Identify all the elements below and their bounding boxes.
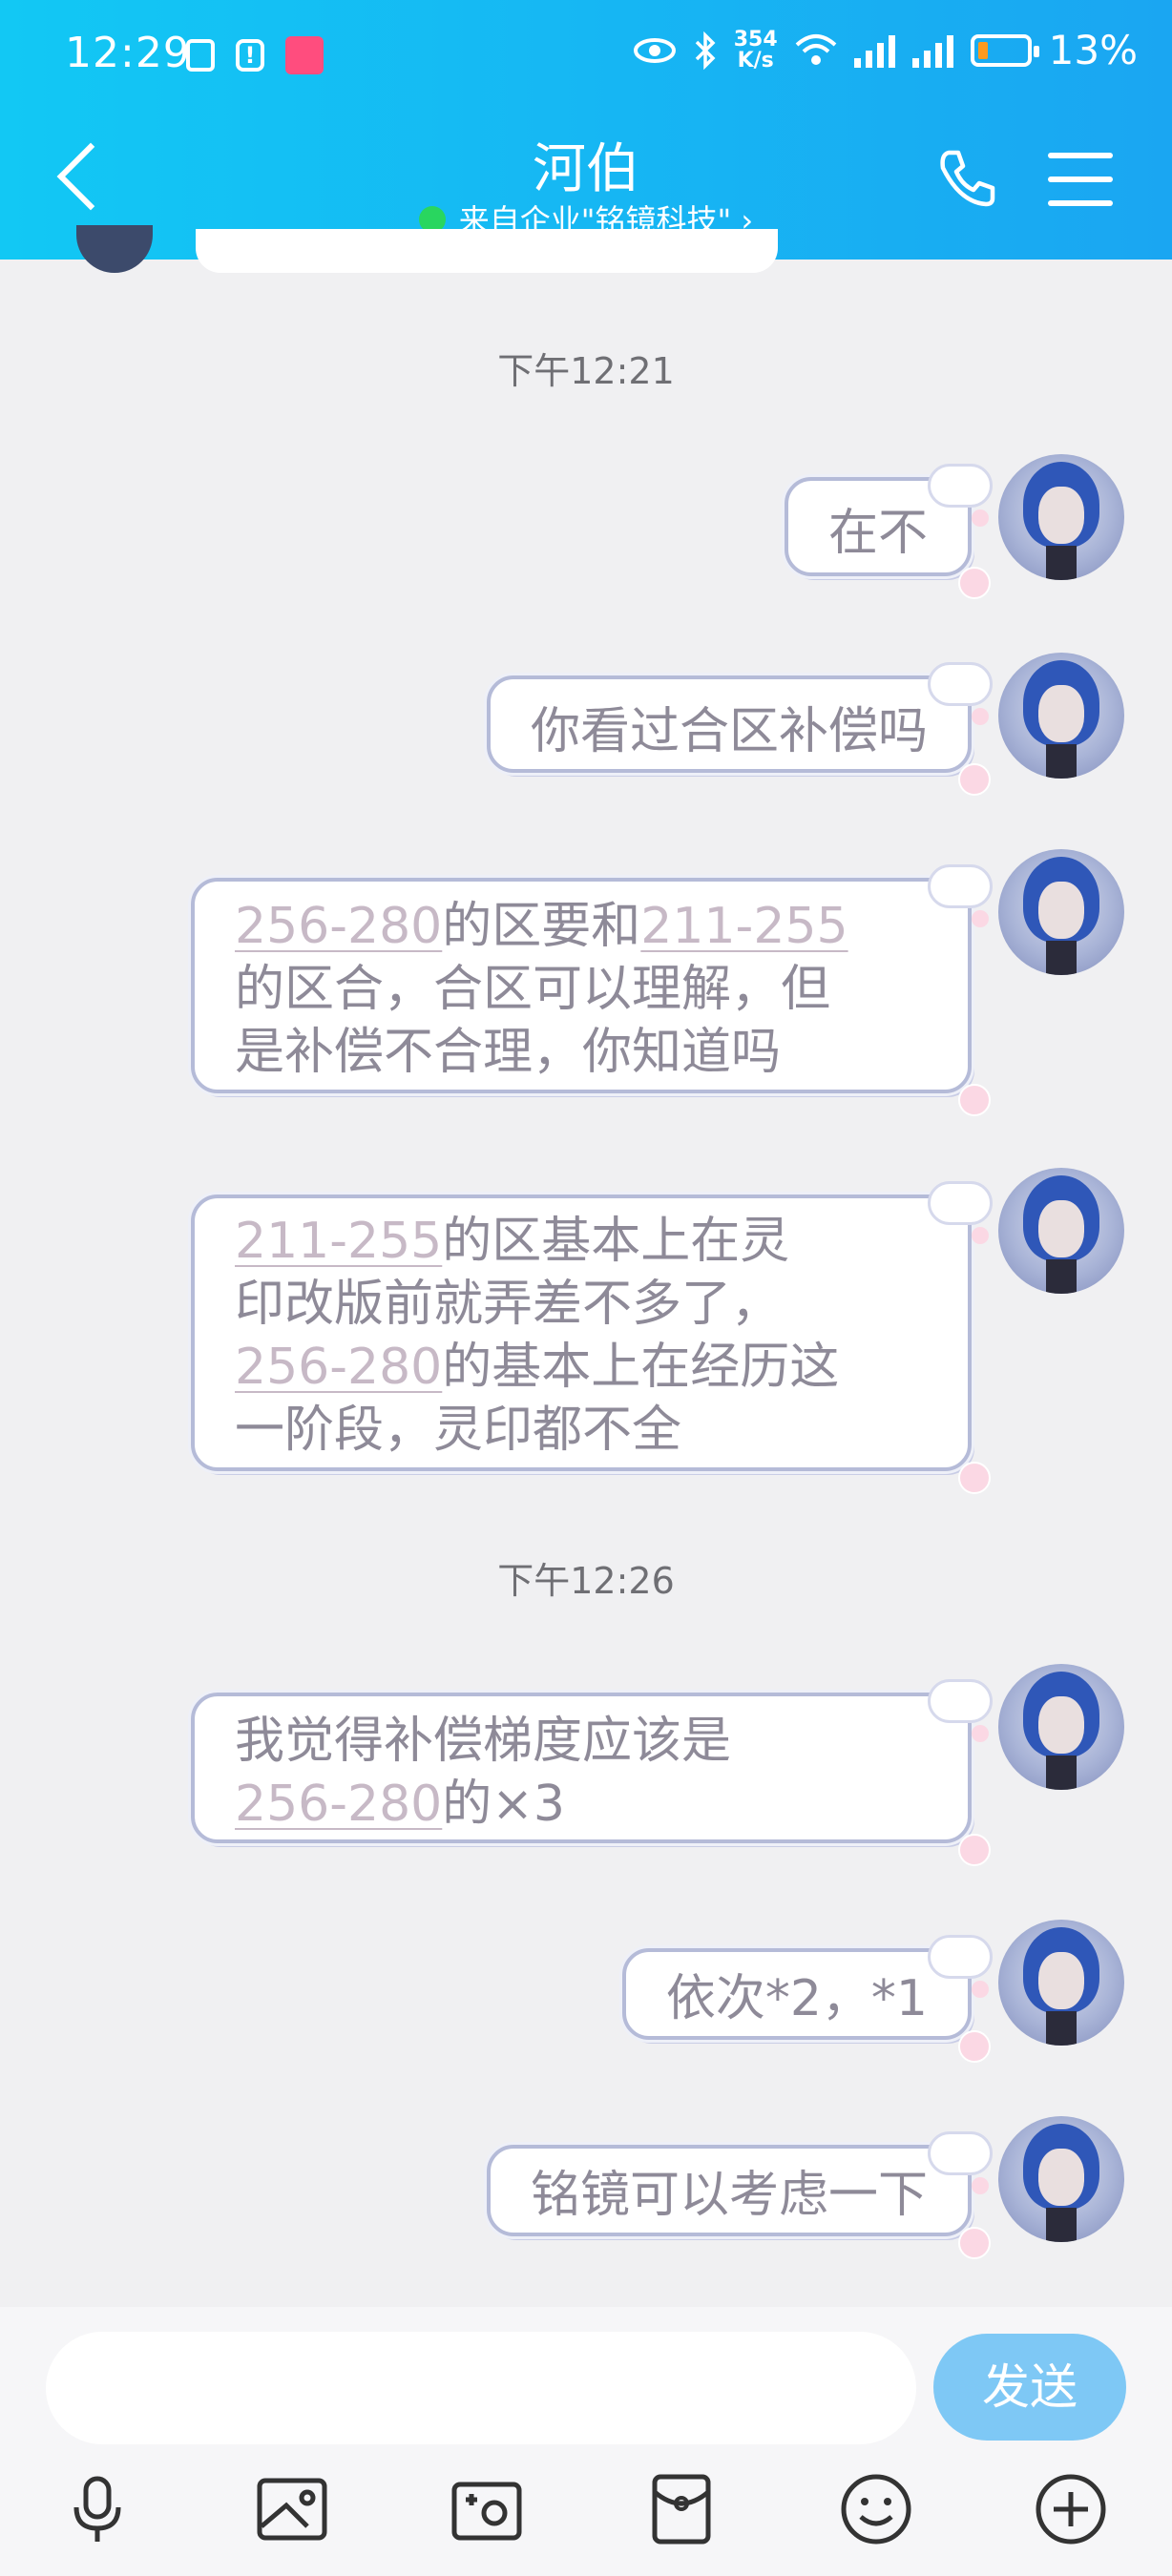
contact-avatar[interactable] <box>76 225 153 273</box>
chat-header: 12:29 ! 354 K/s 13% 河伯 来自企业"铭镜科技" › <box>0 0 1172 260</box>
emoji-icon[interactable] <box>838 2471 914 2547</box>
message-text: 在不 <box>827 505 928 562</box>
message-link[interactable]: 256-280 <box>235 1776 442 1833</box>
message-bubble[interactable]: 256-280的区要和211-255 的区合，合区可以理解，但 是补偿不合理，你知道… <box>191 864 993 1116</box>
message-text: 的×3 <box>442 1776 565 1833</box>
message-bubble[interactable]: 我觉得补偿梯度应该是 256-280的×3 <box>191 1679 993 1866</box>
message-text: 的区要和 <box>442 898 641 955</box>
signal-x-icon <box>853 33 895 68</box>
red-packet-icon[interactable] <box>643 2471 720 2547</box>
eye-icon <box>633 37 676 63</box>
microphone-icon[interactable] <box>59 2471 136 2547</box>
my-avatar[interactable] <box>998 849 1124 975</box>
message-text: 依次*2，*1 <box>665 1970 928 2027</box>
message-bubble[interactable]: 依次*2，*1 <box>621 1935 993 2063</box>
my-avatar[interactable] <box>998 454 1124 580</box>
menu-button[interactable] <box>1048 153 1113 206</box>
plus-icon[interactable] <box>1033 2471 1109 2547</box>
message-text: 你看过合区补偿吗 <box>530 703 928 760</box>
message-link[interactable]: 211-255 <box>640 898 848 955</box>
camera-icon[interactable] <box>449 2471 525 2547</box>
status-time: 12:29 <box>65 29 191 77</box>
alert-icon: ! <box>236 39 264 72</box>
my-avatar[interactable] <box>998 1920 1124 2046</box>
message-text: 印改版前就弄差不多了， <box>235 1276 782 1333</box>
battery-icon <box>970 33 1039 67</box>
battery-percent: 13% <box>1048 27 1138 73</box>
send-button[interactable]: 发送 <box>933 2334 1126 2441</box>
phone-call-button[interactable] <box>933 145 1000 212</box>
network-speed: 354 K/s <box>733 27 778 73</box>
message-text: 一阶段，灵印都不全 <box>235 1402 682 1459</box>
message-link[interactable]: 211-255 <box>235 1213 442 1270</box>
my-avatar[interactable] <box>998 1168 1124 1294</box>
my-avatar[interactable] <box>998 1664 1124 1790</box>
message-text: 我觉得补偿梯度应该是 <box>235 1713 732 1770</box>
message-text: 铭镜可以考虑一下 <box>530 2167 928 2224</box>
tv-icon <box>186 39 215 72</box>
message-bubble[interactable]: 你看过合区补偿吗 <box>486 662 993 796</box>
image-icon[interactable] <box>254 2471 330 2547</box>
message-text: 是补偿不合理，你知道吗 <box>235 1024 782 1081</box>
message-text: 的区基本上在灵 <box>442 1213 790 1270</box>
message-bubble[interactable]: 211-255的区基本上在灵印改版前就弄差不多了， 256-280的基本上在经历这… <box>191 1181 993 1494</box>
message-text: 的区合，合区可以理解，但 <box>235 961 831 1018</box>
previous-message-bubble[interactable] <box>196 229 778 273</box>
status-notification-icons: ! <box>186 36 324 74</box>
signal-4g-icon <box>911 33 953 68</box>
app-notification-icon <box>285 36 324 74</box>
message-link[interactable]: 256-280 <box>235 898 442 955</box>
my-avatar[interactable] <box>998 653 1124 779</box>
bluetooth-icon <box>695 31 716 70</box>
timestamp: 下午12:21 <box>497 350 675 392</box>
my-avatar[interactable] <box>998 2116 1124 2242</box>
message-link[interactable]: 256-280 <box>235 1339 442 1396</box>
timestamp: 下午12:26 <box>497 1560 675 1602</box>
message-bubble[interactable]: 铭镜可以考虑一下 <box>486 2131 993 2259</box>
message-text: 的基本上在经历这 <box>442 1339 840 1396</box>
status-right-icons: 354 K/s 13% <box>633 27 1138 73</box>
wifi-icon <box>795 33 836 65</box>
message-bubble[interactable]: 在不 <box>784 464 993 599</box>
message-input[interactable] <box>46 2332 916 2444</box>
input-bar: 发送 <box>0 2307 1172 2576</box>
